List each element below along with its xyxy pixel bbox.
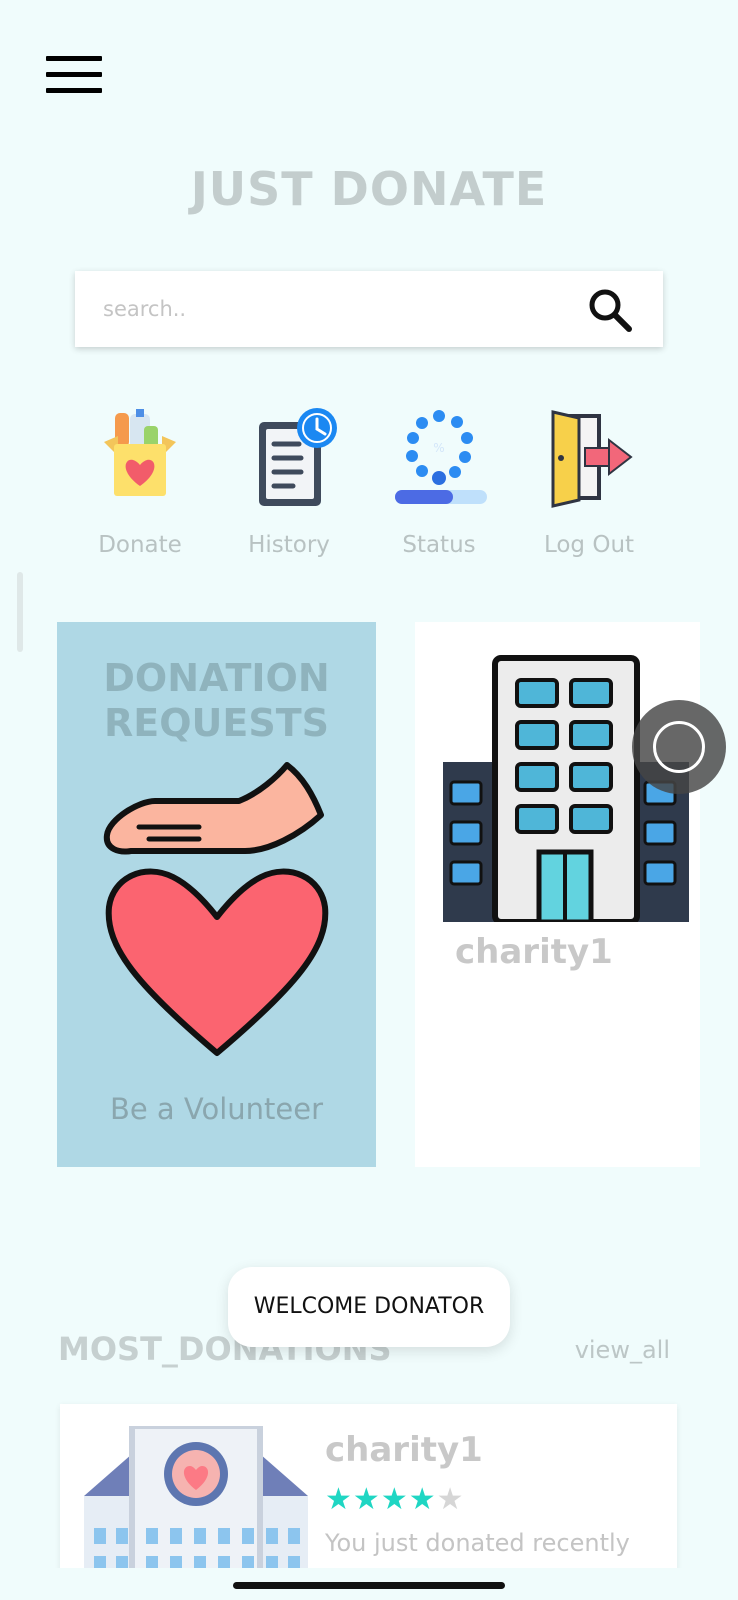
scroll-indicator	[17, 572, 23, 652]
history-document-icon	[259, 408, 337, 506]
quick-action-label: Log Out	[543, 532, 635, 558]
charity-card[interactable]: charity1	[415, 622, 700, 1167]
quick-action-history[interactable]: History	[229, 408, 349, 558]
status-loading-icon: %	[395, 410, 487, 504]
rating-stars: ★★★★★	[325, 1482, 465, 1517]
search-bar	[75, 271, 663, 347]
quick-action-donate[interactable]: Donate	[80, 408, 200, 558]
hamburger-menu-icon[interactable]	[46, 56, 102, 94]
star-empty-icon: ★	[436, 1482, 465, 1517]
welcome-toast: WELCOME DONATOR	[228, 1267, 510, 1347]
donation-item-name: charity1	[325, 1430, 483, 1470]
charity-name: charity1	[455, 932, 613, 972]
quick-action-logout[interactable]: Log Out	[529, 408, 649, 558]
quick-action-label: History	[248, 532, 330, 558]
star-filled-icon: ★	[325, 1482, 353, 1517]
most-donation-item[interactable]: charity1 ★★★★★ You just donated recently	[60, 1404, 677, 1584]
view-all-link[interactable]: view_all	[575, 1336, 670, 1364]
svg-text:%: %	[433, 441, 444, 455]
charity-building-icon	[84, 1426, 308, 1584]
floating-action-button[interactable]	[632, 700, 726, 794]
search-icon[interactable]	[587, 287, 633, 333]
donation-requests-card[interactable]: DONATION REQUESTS Be a Volunteer	[57, 622, 376, 1167]
donation-requests-title: DONATION REQUESTS	[103, 656, 330, 745]
app-title: JUST DONATE	[190, 162, 548, 216]
search-input[interactable]	[103, 289, 563, 329]
circle-icon	[653, 721, 705, 773]
star-filled-icon: ★	[408, 1482, 437, 1517]
star-filled-icon: ★	[380, 1482, 409, 1517]
donation-requests-subtitle: Be a Volunteer	[109, 1092, 324, 1126]
hand-heart-icon	[103, 762, 329, 1056]
star-filled-icon: ★	[352, 1482, 381, 1517]
quick-action-label: Donate	[98, 532, 182, 558]
donation-item-description: You just donated recently	[325, 1529, 630, 1557]
home-indicator[interactable]	[233, 1582, 505, 1589]
quick-action-label: Status	[402, 532, 476, 558]
building-icon	[443, 655, 689, 922]
quick-action-status[interactable]: % Status	[379, 408, 499, 558]
donation-box-icon	[104, 409, 176, 496]
logout-door-icon	[551, 410, 633, 508]
